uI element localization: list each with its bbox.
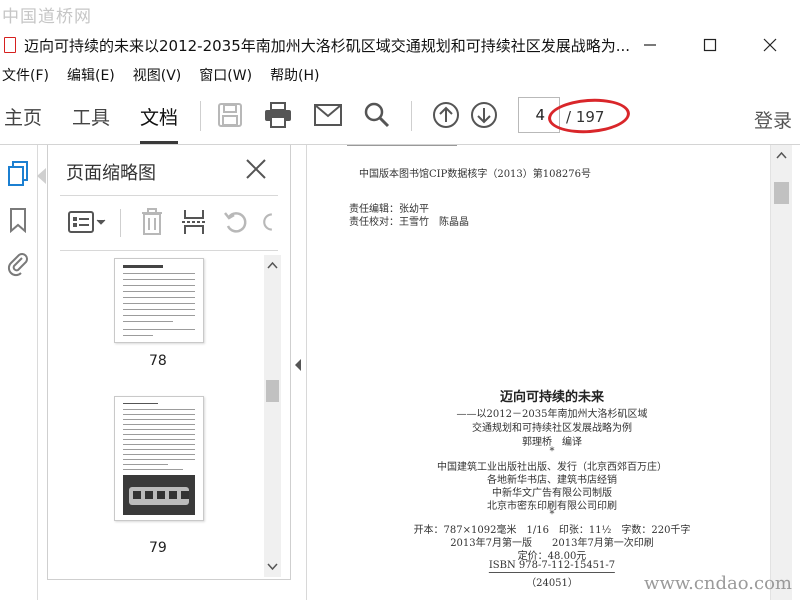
document-view[interactable]: 中国版本图书馆CIP数据核字（2013）第108276号 责任编辑：张幼平 责任… — [304, 145, 800, 600]
pages-icon — [8, 161, 28, 186]
rotate-ccw-icon — [224, 212, 247, 233]
triangle-left-icon — [295, 359, 301, 371]
search-button[interactable] — [361, 99, 393, 131]
watermark-bottom: www.cndao.com — [644, 573, 792, 594]
search-icon — [364, 102, 390, 128]
chevron-down-icon — [267, 563, 278, 571]
list-options-icon — [68, 211, 106, 233]
panel-close-button[interactable] — [244, 157, 268, 181]
trash-icon — [142, 208, 162, 235]
panel-title: 页面缩略图 — [66, 163, 156, 184]
print-button[interactable] — [262, 99, 294, 131]
thumbnail-page-label: 79 — [149, 540, 167, 556]
next-page-button[interactable] — [468, 99, 500, 131]
menu-file[interactable]: 文件(F) — [2, 65, 49, 85]
bookmark-icon — [10, 208, 26, 233]
document-scrollbar[interactable] — [770, 145, 792, 600]
book-subtitle-2: 交通规划和可持续社区发展战略为例 — [472, 423, 632, 434]
page-thumbnail-79[interactable] — [114, 396, 204, 521]
document-page: 中国版本图书馆CIP数据核字（2013）第108276号 责任编辑：张幼平 责任… — [306, 145, 772, 600]
print-icon — [265, 102, 291, 128]
maximize-icon — [703, 38, 717, 52]
attachment-icon — [7, 253, 28, 277]
book-subtitle-1: ——以2012－2035年南加州大洛杉矶区域 — [456, 409, 648, 420]
rotate-right-button[interactable] — [260, 207, 282, 237]
email-icon — [314, 104, 342, 126]
close-button[interactable] — [740, 28, 800, 62]
thumbnail-options-button[interactable] — [66, 207, 108, 237]
delete-page-button[interactable] — [136, 207, 168, 237]
extract-page-button[interactable] — [178, 207, 210, 237]
arrow-down-circle-icon — [471, 102, 497, 128]
page-thumbnails-toggle[interactable] — [5, 159, 31, 189]
rotate-left-button[interactable] — [220, 207, 252, 237]
attachments-toggle[interactable] — [5, 249, 31, 279]
rotate-cw-icon — [263, 213, 272, 231]
thumbnail-scrollbar[interactable] — [264, 255, 281, 577]
thumbnail-photo — [123, 475, 195, 515]
maximize-button[interactable] — [680, 28, 740, 62]
minimize-icon — [644, 44, 656, 46]
tab-tools[interactable]: 工具 — [72, 88, 110, 144]
previous-page-button[interactable] — [430, 99, 462, 131]
watermark-top: 中国道桥网 — [2, 7, 92, 27]
chevron-up-icon — [776, 151, 787, 159]
login-button[interactable]: 登录 — [754, 106, 792, 133]
menu-window[interactable]: 窗口(W) — [199, 65, 252, 85]
thumbnail-page-label: 78 — [149, 353, 167, 369]
cropped-header-text — [347, 143, 457, 149]
menu-edit[interactable]: 编辑(E) — [67, 65, 115, 85]
window-title: 迈向可持续的未来以2012-2035年南加州大洛杉矶区域交通规划和可持续社区发展… — [24, 36, 631, 55]
separator-star: * — [549, 509, 555, 520]
tab-document[interactable]: 文档 — [140, 88, 179, 144]
toolbar-separator — [411, 101, 412, 131]
save-button[interactable] — [214, 99, 246, 131]
book-code: （24051） — [526, 578, 578, 589]
close-icon — [246, 159, 266, 179]
chevron-up-icon — [267, 261, 278, 269]
save-icon — [218, 103, 242, 127]
toolbar-separator — [200, 101, 201, 131]
book-title: 迈向可持续的未来 — [499, 390, 605, 405]
cip-number: 中国版本图书馆CIP数据核字（2013）第108276号 — [359, 169, 591, 180]
panel-collapse-handle[interactable] — [293, 355, 303, 375]
proofreader-credit: 责任校对：王雪竹 陈晶晶 — [349, 217, 469, 228]
active-panel-pointer — [37, 168, 46, 184]
panel-toolbar-separator — [120, 209, 121, 237]
isbn-line: ISBN 978-7-112-15451-7 — [488, 560, 616, 573]
close-icon — [763, 38, 777, 52]
email-button[interactable] — [312, 99, 344, 131]
thumbnails-panel: 页面缩略图 78 79 — [47, 145, 291, 580]
minimize-button[interactable] — [620, 28, 680, 62]
arrow-up-circle-icon — [433, 102, 459, 128]
page-extract-icon — [182, 210, 206, 234]
main-toolbar: 主页 工具 文档 — [0, 88, 800, 144]
panel-divider — [60, 195, 278, 196]
title-bar: 迈向可持续的未来以2012-2035年南加州大洛杉矶区域交通规划和可持续社区发展… — [0, 28, 800, 62]
navigation-rail — [0, 145, 38, 600]
document-scroll-thumb[interactable] — [774, 182, 789, 204]
separator-star: * — [549, 446, 555, 457]
panel-divider — [60, 250, 278, 251]
panel-toolbar — [48, 201, 292, 245]
pdf-app-icon — [2, 36, 16, 54]
menu-view[interactable]: 视图(V) — [133, 65, 182, 85]
tab-home[interactable]: 主页 — [4, 88, 42, 144]
menu-bar: 文件(F) 编辑(E) 视图(V) 窗口(W) 帮助(H) — [0, 62, 800, 88]
page-thumbnail-78[interactable] — [114, 258, 204, 343]
menu-help[interactable]: 帮助(H) — [270, 65, 319, 85]
bookmarks-toggle[interactable] — [5, 205, 31, 235]
thumbnail-scroll-thumb[interactable] — [266, 380, 279, 402]
